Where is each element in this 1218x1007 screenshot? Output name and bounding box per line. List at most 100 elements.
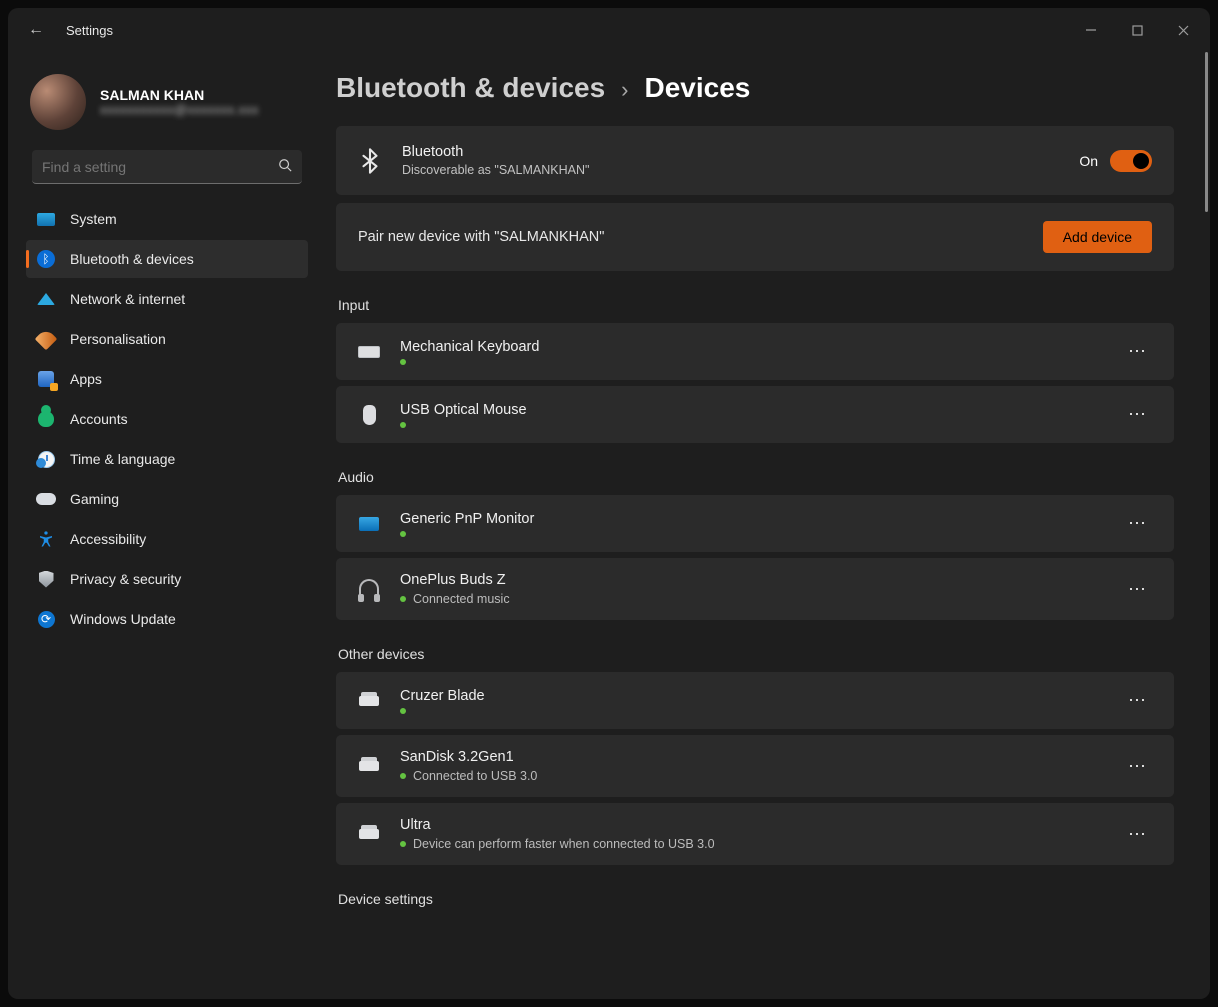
update-icon: ⟳	[36, 609, 56, 629]
section-title-other: Other devices	[338, 646, 1174, 662]
device-status: Device can perform faster when connected…	[413, 837, 715, 851]
device-row-keyboard[interactable]: Mechanical Keyboard ⋯	[336, 323, 1174, 380]
window-controls	[1068, 14, 1206, 46]
nav-item-update[interactable]: ⟳ Windows Update	[26, 600, 308, 638]
nav-item-accounts[interactable]: Accounts	[26, 400, 308, 438]
pair-text: Pair new device with "SALMANKHAN"	[358, 229, 604, 245]
more-button[interactable]: ⋯	[1122, 509, 1154, 538]
more-button[interactable]: ⋯	[1122, 575, 1154, 604]
nav-item-privacy[interactable]: Privacy & security	[26, 560, 308, 598]
system-icon	[36, 209, 56, 229]
more-button[interactable]: ⋯	[1122, 820, 1154, 849]
device-row-headphones[interactable]: OnePlus Buds Z Connected music ⋯	[336, 558, 1174, 620]
device-name: Ultra	[400, 817, 715, 833]
breadcrumb: Bluetooth & devices › Devices	[336, 72, 1174, 104]
breadcrumb-parent[interactable]: Bluetooth & devices	[336, 72, 605, 104]
nav-label: Privacy & security	[70, 571, 181, 587]
device-name: Cruzer Blade	[400, 688, 485, 704]
main-panel: Bluetooth & devices › Devices Bluetooth …	[318, 52, 1210, 999]
more-button[interactable]: ⋯	[1122, 752, 1154, 781]
device-row-mouse[interactable]: USB Optical Mouse ⋯	[336, 386, 1174, 443]
status-dot-icon	[400, 531, 406, 537]
device-name: Mechanical Keyboard	[400, 339, 539, 355]
nav-label: Windows Update	[70, 611, 176, 627]
nav-item-gaming[interactable]: Gaming	[26, 480, 308, 518]
back-button[interactable]: ←	[22, 16, 50, 44]
monitor-icon	[356, 517, 382, 531]
drive-icon	[356, 829, 382, 839]
nav-label: Personalisation	[70, 331, 166, 347]
bluetooth-icon: ᛒ	[36, 249, 56, 269]
nav-label: Apps	[70, 371, 102, 387]
more-button[interactable]: ⋯	[1122, 337, 1154, 366]
settings-window: ← Settings SALMAN KHAN xxxxxxxxxxx@xxxxx…	[8, 8, 1210, 999]
close-button[interactable]	[1160, 14, 1206, 46]
content-body: SALMAN KHAN xxxxxxxxxxx@xxxxxxx.xxx Syst…	[8, 52, 1210, 999]
drive-icon	[356, 696, 382, 706]
minimize-button[interactable]	[1068, 14, 1114, 46]
section-title-audio: Audio	[338, 469, 1174, 485]
clock-icon	[36, 449, 56, 469]
nav-label: Accounts	[70, 411, 128, 427]
device-name: OnePlus Buds Z	[400, 572, 510, 588]
bluetooth-toggle[interactable]	[1110, 150, 1152, 172]
status-dot-icon	[400, 359, 406, 365]
nav-label: Accessibility	[70, 531, 146, 547]
avatar	[30, 74, 86, 130]
device-status: Connected music	[413, 592, 510, 606]
device-name: USB Optical Mouse	[400, 402, 527, 418]
nav-item-accessibility[interactable]: Accessibility	[26, 520, 308, 558]
search-box[interactable]	[32, 150, 302, 184]
device-row-drive-1[interactable]: Cruzer Blade ⋯	[336, 672, 1174, 729]
wifi-icon	[36, 289, 56, 309]
drive-icon	[356, 761, 382, 771]
section-title-input: Input	[338, 297, 1174, 313]
more-button[interactable]: ⋯	[1122, 400, 1154, 429]
status-dot-icon	[400, 773, 406, 779]
back-arrow-icon: ←	[28, 21, 44, 39]
mouse-icon	[356, 405, 382, 425]
device-name: Generic PnP Monitor	[400, 511, 534, 527]
maximize-icon	[1132, 25, 1143, 36]
nav-label: Network & internet	[70, 291, 185, 307]
minimize-icon	[1085, 24, 1097, 36]
profile-block[interactable]: SALMAN KHAN xxxxxxxxxxx@xxxxxxx.xxx	[26, 68, 308, 148]
more-button[interactable]: ⋯	[1122, 686, 1154, 715]
pair-device-row: Pair new device with "SALMANKHAN" Add de…	[336, 203, 1174, 271]
status-dot-icon	[400, 422, 406, 428]
close-icon	[1178, 25, 1189, 36]
headphones-icon	[356, 579, 382, 599]
nav-label: System	[70, 211, 117, 227]
nav-item-personalisation[interactable]: Personalisation	[26, 320, 308, 358]
device-row-drive-3[interactable]: Ultra Device can perform faster when con…	[336, 803, 1174, 865]
chevron-right-icon: ›	[621, 77, 628, 103]
nav-item-bluetooth[interactable]: ᛒ Bluetooth & devices	[26, 240, 308, 278]
search-input[interactable]	[42, 159, 278, 175]
nav-item-time[interactable]: Time & language	[26, 440, 308, 478]
bluetooth-card: Bluetooth Discoverable as "SALMANKHAN" O…	[336, 126, 1174, 195]
section-title-device-settings: Device settings	[338, 891, 1174, 907]
toggle-state-label: On	[1079, 153, 1098, 169]
nav-item-system[interactable]: System	[26, 200, 308, 238]
brush-icon	[36, 329, 56, 349]
device-row-drive-2[interactable]: SanDisk 3.2Gen1 Connected to USB 3.0 ⋯	[336, 735, 1174, 797]
app-title: Settings	[66, 23, 113, 38]
scrollbar[interactable]	[1205, 52, 1208, 212]
apps-icon	[36, 369, 56, 389]
nav-label: Bluetooth & devices	[70, 251, 194, 267]
search-icon	[278, 158, 292, 175]
titlebar: ← Settings	[8, 8, 1210, 52]
device-row-monitor[interactable]: Generic PnP Monitor ⋯	[336, 495, 1174, 552]
nav-item-apps[interactable]: Apps	[26, 360, 308, 398]
profile-name: SALMAN KHAN	[100, 87, 259, 103]
add-device-button[interactable]: Add device	[1043, 221, 1152, 253]
maximize-button[interactable]	[1114, 14, 1160, 46]
device-name: SanDisk 3.2Gen1	[400, 749, 537, 765]
breadcrumb-current: Devices	[645, 72, 751, 104]
profile-email: xxxxxxxxxxx@xxxxxxx.xxx	[100, 103, 259, 117]
bluetooth-toggle-group: On	[1079, 150, 1152, 172]
bluetooth-subtitle: Discoverable as "SALMANKHAN"	[402, 163, 589, 177]
nav-item-network[interactable]: Network & internet	[26, 280, 308, 318]
keyboard-icon	[356, 346, 382, 358]
accessibility-icon	[36, 529, 56, 549]
